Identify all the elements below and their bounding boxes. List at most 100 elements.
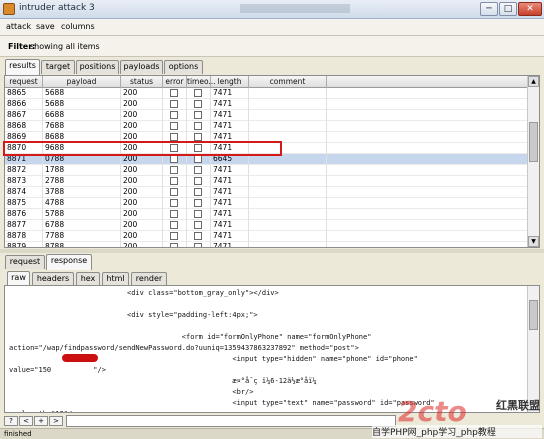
close-button[interactable]: ✕ <box>518 2 542 16</box>
tab-positions[interactable]: positions <box>76 60 119 74</box>
scroll-thumb[interactable] <box>529 122 538 162</box>
cell-status: 200 <box>121 209 163 220</box>
table-row[interactable]: 8870 9688 200 7471 <box>5 143 527 154</box>
help-button[interactable]: ? <box>4 416 18 426</box>
column-header-error[interactable]: error <box>163 76 187 88</box>
cell-status: 200 <box>121 143 163 154</box>
table-row[interactable]: 8872 1788 200 7471 <box>5 165 527 176</box>
column-header-timeout[interactable]: timeo... <box>187 76 216 88</box>
cell-request: 8876 <box>5 209 43 220</box>
table-row[interactable]: 8865 5688 200 7471 <box>5 88 527 99</box>
cell-request: 8874 <box>5 187 43 198</box>
search-input[interactable] <box>66 415 396 427</box>
add-button[interactable]: + <box>34 416 48 426</box>
table-row[interactable]: 8869 8688 200 7471 <box>5 132 527 143</box>
timeout-checkbox <box>194 199 202 207</box>
table-row[interactable]: 8866 5688 200 7471 <box>5 99 527 110</box>
timeout-checkbox <box>194 89 202 97</box>
previous-button[interactable]: < <box>19 416 33 426</box>
cell-payload: 0788 <box>43 154 121 165</box>
cell-payload: 9688 <box>43 143 121 154</box>
response-raw-view[interactable]: <div class="bottom_gray_only"></div> <di… <box>4 285 540 413</box>
cell-error <box>163 99 187 110</box>
menu-save[interactable]: save <box>36 22 55 31</box>
tab-payloads[interactable]: payloads <box>120 60 163 74</box>
cell-payload: 4788 <box>43 198 121 209</box>
response-scroll-thumb[interactable] <box>529 300 538 330</box>
tab-html[interactable]: html <box>102 272 129 286</box>
cell-payload: 5788 <box>43 209 121 220</box>
table-row[interactable]: 8876 5788 200 7471 <box>5 209 527 220</box>
window-title: intruder attack 3 <box>19 3 95 13</box>
minimize-button[interactable]: ─ <box>480 2 498 16</box>
tab-target[interactable]: target <box>41 60 75 74</box>
error-checkbox <box>170 232 178 240</box>
column-header-comment[interactable]: comment <box>249 76 327 88</box>
cell-payload: 8788 <box>43 242 121 247</box>
tab-hex[interactable]: hex <box>76 272 100 286</box>
next-button[interactable]: > <box>49 416 63 426</box>
redaction-mark <box>62 354 98 362</box>
scroll-up-arrow-icon[interactable]: ▲ <box>528 76 539 87</box>
tab-options[interactable]: options <box>164 60 203 74</box>
cell-status: 200 <box>121 110 163 121</box>
cell-status: 200 <box>121 165 163 176</box>
table-row[interactable]: 8868 7688 200 7471 <box>5 121 527 132</box>
error-checkbox <box>170 111 178 119</box>
cell-comment <box>249 242 327 247</box>
table-row[interactable]: 8867 6688 200 7471 <box>5 110 527 121</box>
filter-bar[interactable]: Filter: showing all items <box>0 36 544 57</box>
cell-comment <box>249 99 327 110</box>
tab-request[interactable]: request <box>5 255 45 269</box>
table-row[interactable]: 8877 6788 200 7471 <box>5 220 527 231</box>
table-row[interactable]: 8879 8788 200 7471 <box>5 242 527 247</box>
cell-payload: 5688 <box>43 99 121 110</box>
cell-request: 8872 <box>5 165 43 176</box>
cell-request: 8868 <box>5 121 43 132</box>
site-watermark: 2cto 红黑联盟 自学PHP网_php学习_php教程 <box>372 395 544 439</box>
cell-error <box>163 187 187 198</box>
cell-comment <box>249 220 327 231</box>
timeout-checkbox <box>194 188 202 196</box>
tab-render[interactable]: render <box>131 272 167 286</box>
code-line: æ¤°å¯ç ï¼6-12ä½æ°å­ï¼ <box>9 377 317 385</box>
cell-length: 7471 <box>211 209 249 220</box>
column-header-length[interactable]: length <box>211 76 249 88</box>
table-row[interactable]: 8878 7788 200 7471 <box>5 231 527 242</box>
column-header-payload[interactable]: payload <box>43 76 121 88</box>
column-header-request[interactable]: request <box>5 76 43 88</box>
menu-columns[interactable]: columns <box>61 22 95 31</box>
scroll-down-arrow-icon[interactable]: ▼ <box>528 236 539 247</box>
table-row[interactable]: 8873 2788 200 7471 <box>5 176 527 187</box>
cell-timeout <box>187 99 211 110</box>
cell-status: 200 <box>121 198 163 209</box>
cell-timeout <box>187 198 211 209</box>
table-row[interactable]: 8875 4788 200 7471 <box>5 198 527 209</box>
cell-error <box>163 231 187 242</box>
cell-length: 7471 <box>211 110 249 121</box>
maximize-button[interactable]: □ <box>499 2 517 16</box>
tab-headers[interactable]: headers <box>32 272 74 286</box>
cell-length: 7471 <box>211 198 249 209</box>
table-row[interactable]: 8871 0788 200 6645 <box>5 154 527 165</box>
error-checkbox <box>170 177 178 185</box>
table-row[interactable]: 8874 3788 200 7471 <box>5 187 527 198</box>
results-scrollbar[interactable]: ▲ ▼ <box>527 76 539 247</box>
results-table[interactable]: request payload status error timeo... le… <box>4 75 540 248</box>
menu-attack[interactable]: attack <box>6 22 31 31</box>
cell-length: 7471 <box>211 220 249 231</box>
timeout-checkbox <box>194 232 202 240</box>
cell-comment <box>249 176 327 187</box>
cell-payload: 8688 <box>43 132 121 143</box>
code-line: <form id="formOnlyPhone" name="formOnlyP… <box>9 333 372 341</box>
table-body: 8865 5688 200 7471 8866 5688 200 7471 8867 6688 20… <box>5 88 527 247</box>
response-scrollbar[interactable] <box>527 286 539 412</box>
cell-error <box>163 176 187 187</box>
cell-status: 200 <box>121 220 163 231</box>
tab-results[interactable]: results <box>5 59 40 75</box>
column-header-status[interactable]: status <box>121 76 163 88</box>
view-tabs: raw headers hex html render <box>0 270 544 287</box>
cell-error <box>163 132 187 143</box>
tab-response[interactable]: response <box>46 254 92 270</box>
cell-timeout <box>187 110 211 121</box>
